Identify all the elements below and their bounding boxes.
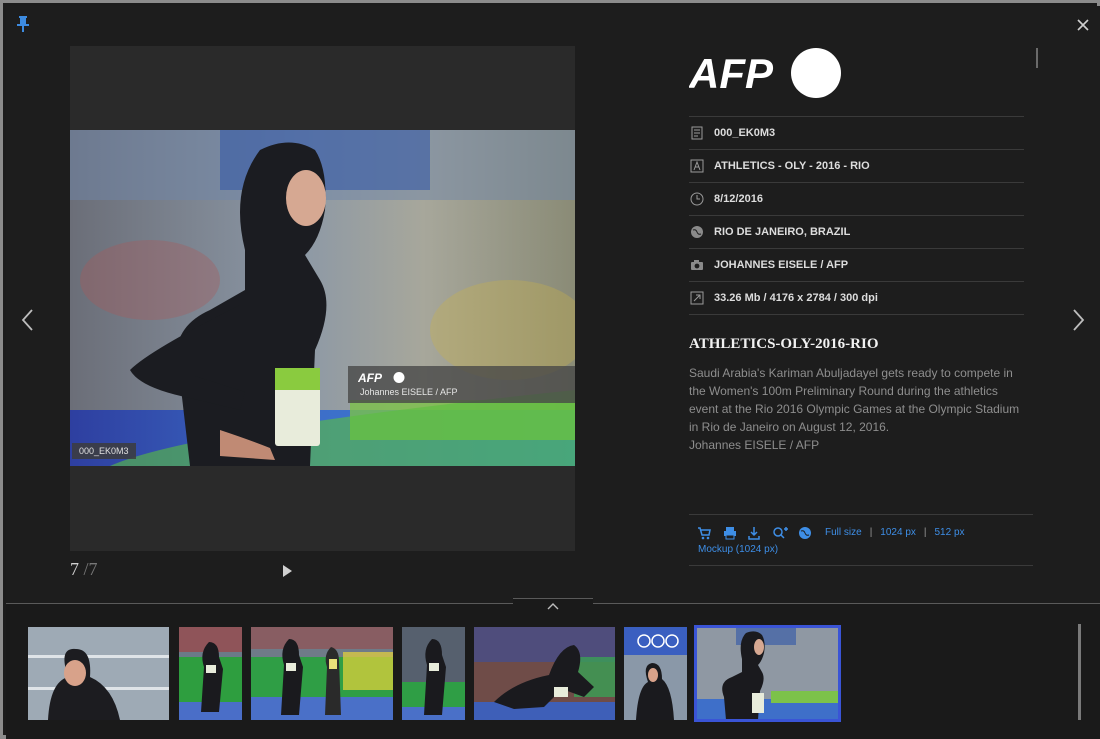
camera-icon	[691, 260, 703, 270]
thumbnail-1[interactable]	[28, 627, 169, 720]
print-icon[interactable]	[723, 526, 737, 540]
actions-bar: Full size | 1024 px | 512 px Mockup (1024 px…	[689, 514, 1033, 566]
caption-title: ATHLETICS-OLY-2016-RIO	[689, 336, 879, 352]
thumbnail-image	[474, 627, 615, 720]
photo-id-tag: 000_EK0M3	[72, 443, 136, 459]
main-photo[interactable]: AFP Johannes EISELE / AFP 000_EK0M3	[70, 130, 575, 466]
meta-text: RIO DE JANEIRO, BRAZIL	[714, 226, 851, 238]
info-scrollbar[interactable]	[1036, 48, 1038, 68]
svg-text:AFP: AFP	[689, 50, 774, 97]
download-icon[interactable]	[747, 526, 761, 540]
size-links: Full size | 1024 px | 512 px	[825, 527, 965, 538]
play-icon[interactable]	[281, 564, 293, 578]
photo-stage: AFP Johannes EISELE / AFP 000_EK0M3	[70, 46, 575, 551]
link-1024px[interactable]: 1024 px	[880, 527, 916, 538]
thumbnail-image	[624, 627, 687, 720]
meta-row-date: 8/12/2016	[689, 182, 1024, 215]
meta-text: ATHLETICS - OLY - 2016 - RIO	[714, 160, 870, 172]
caption-line: the Women's 100m Preliminary Round durin…	[689, 384, 998, 398]
caption-line: in Rio de Janeiro on August 12, 2016.	[689, 420, 890, 434]
thumbnail-2[interactable]	[179, 627, 242, 720]
mockup-link[interactable]: Mockup (1024 px)	[698, 544, 778, 555]
counter-total: /7	[83, 559, 98, 579]
caption-line: Saudi Arabia's Kariman Abuljadayel gets …	[689, 366, 1013, 380]
meta-row-size: 33.26 Mb / 4176 x 2784 / 300 dpi	[689, 281, 1024, 315]
afp-logo-small: AFP	[358, 371, 405, 384]
chevron-right-icon[interactable]	[1068, 306, 1088, 334]
athlete-photo	[70, 130, 575, 466]
link-512px[interactable]: 512 px	[935, 527, 965, 538]
thumbnail-image	[696, 627, 839, 720]
zoom-in-icon[interactable]	[772, 526, 788, 540]
caption-line: Johannes EISELE / AFP	[689, 438, 820, 452]
strip-toggle[interactable]	[513, 598, 593, 615]
link-separator: |	[923, 527, 927, 538]
media-viewer-window: AFP Johannes EISELE / AFP 000_EK0M3 7 /7…	[0, 0, 1100, 739]
slide-counter: 7 /7	[70, 559, 98, 580]
afp-logo: AFP	[689, 48, 841, 98]
meta-text: 8/12/2016	[714, 193, 763, 205]
meta-text: 33.26 Mb / 4176 x 2784 / 300 dpi	[714, 292, 878, 304]
thumbnail-3[interactable]	[251, 627, 393, 720]
chevron-up-icon	[547, 603, 559, 610]
viewer-panel: AFP Johannes EISELE / AFP 000_EK0M3 7 /7…	[6, 6, 1100, 603]
caption-line: event at the Rio 2016 Olympic Games at t…	[689, 402, 1020, 416]
thumbnail-4[interactable]	[402, 627, 465, 720]
title-icon	[690, 159, 704, 173]
counter-current: 7	[70, 559, 79, 579]
thumbnail-6[interactable]	[624, 627, 687, 720]
resize-icon	[690, 291, 704, 305]
caption-body: Saudi Arabia's Kariman Abuljadayel gets …	[689, 364, 1024, 454]
link-separator: |	[869, 527, 873, 538]
thumbnail-5[interactable]	[474, 627, 615, 720]
globe-icon[interactable]	[798, 526, 812, 540]
meta-row-photographer: JOHANNES EISELE / AFP	[689, 248, 1024, 281]
thumbnail-7-selected[interactable]	[694, 625, 841, 722]
meta-row-location: RIO DE JANEIRO, BRAZIL	[689, 215, 1024, 248]
close-icon[interactable]	[1074, 16, 1092, 34]
document-icon	[691, 126, 703, 140]
pin-icon[interactable]	[16, 16, 30, 32]
full-size-link[interactable]: Full size	[825, 527, 862, 538]
photo-credit-text: Johannes EISELE / AFP	[360, 387, 458, 397]
thumbnail-image	[402, 627, 465, 720]
photo-credit-overlay: AFP Johannes EISELE / AFP	[348, 366, 575, 403]
clock-icon	[690, 192, 704, 206]
strip-scrollbar[interactable]	[1078, 624, 1081, 720]
globe-icon	[691, 226, 703, 238]
thumbnail-image	[28, 627, 169, 720]
cart-icon[interactable]	[697, 526, 711, 540]
thumbnail-strip	[6, 598, 1100, 739]
svg-text:AFP: AFP	[358, 371, 383, 384]
meta-row-title: ATHLETICS - OLY - 2016 - RIO	[689, 149, 1024, 182]
meta-text: 000_EK0M3	[714, 127, 776, 139]
meta-row-id: 000_EK0M3	[689, 116, 1024, 149]
metadata-list: 000_EK0M3 ATHLETICS - OLY - 2016 - RIO 8…	[689, 116, 1024, 315]
thumbnail-image	[251, 627, 393, 720]
thumbnail-image	[179, 627, 242, 720]
meta-text: JOHANNES EISELE / AFP	[714, 259, 849, 271]
chevron-left-icon[interactable]	[18, 306, 38, 334]
